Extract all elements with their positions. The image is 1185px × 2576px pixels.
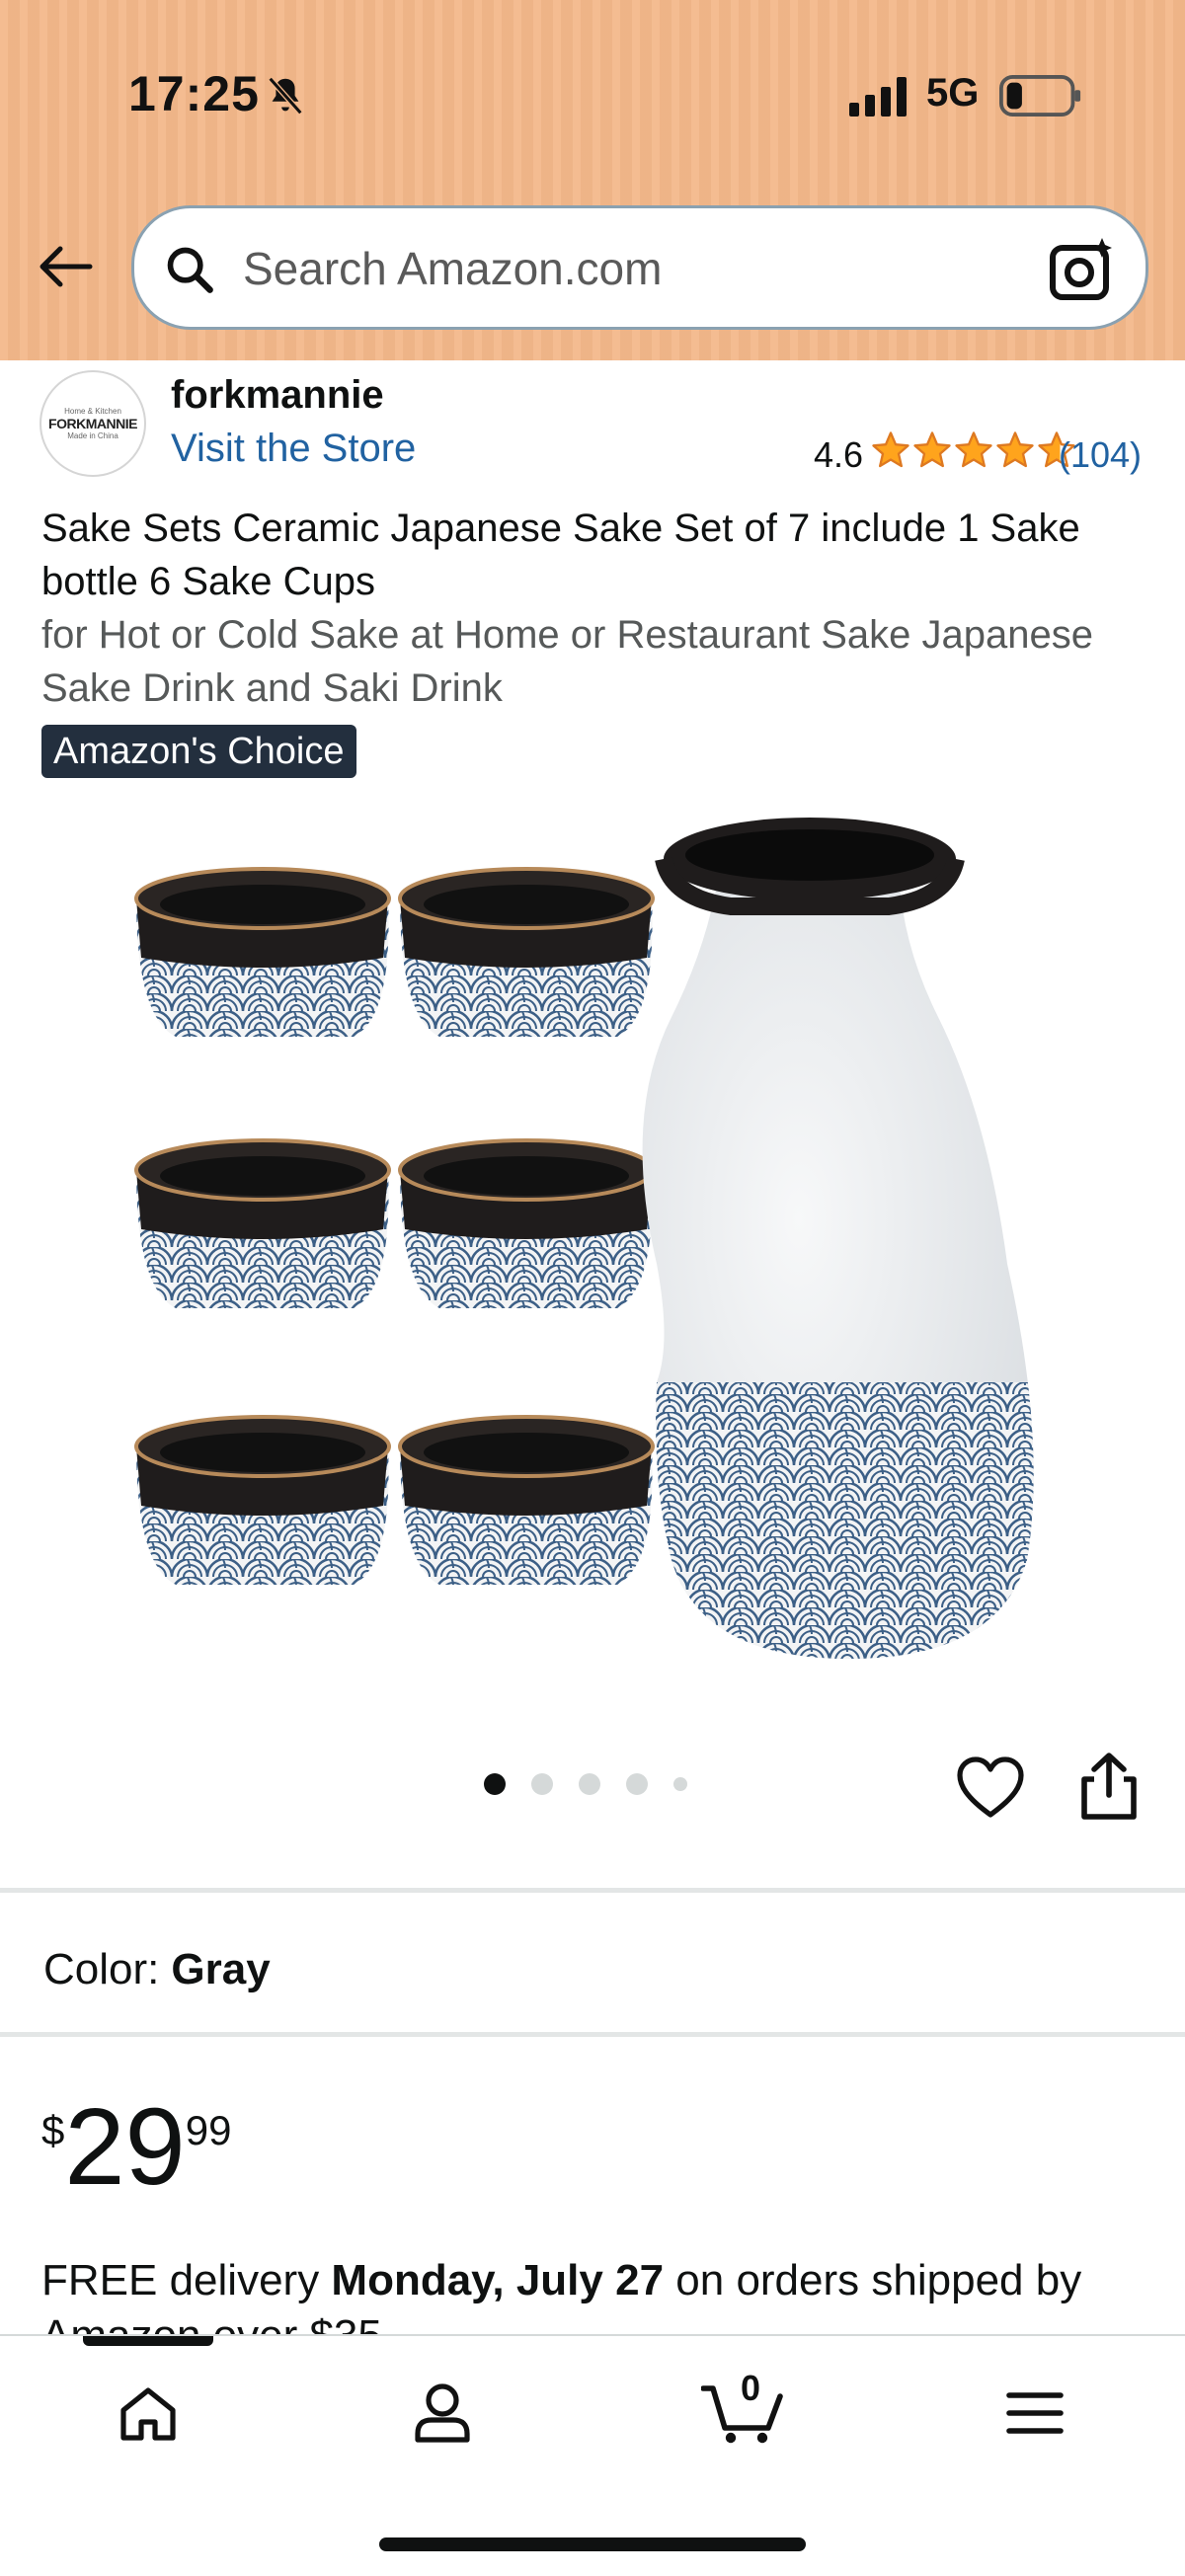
logo-bottom-text: Made in China (67, 431, 118, 440)
logo-main-text: FORKMANNIE (48, 416, 137, 431)
rating-stars[interactable] (871, 430, 1076, 470)
product-subtitle: for Hot or Cold Sake at Home or Restaura… (41, 613, 1093, 710)
star-icon (872, 431, 909, 468)
color-selector[interactable]: Color: Gray (43, 1945, 271, 1994)
nav-active-indicator (83, 2336, 213, 2346)
carousel-dot[interactable] (626, 1773, 648, 1795)
heart-icon[interactable] (956, 1756, 1025, 1821)
battery-icon (999, 75, 1081, 117)
color-value: Gray (171, 1945, 271, 1993)
store-logo[interactable]: Home & Kitchen FORKMANNIE Made in China (40, 370, 146, 477)
delivery-date: Monday, July 27 (331, 2256, 665, 2304)
search-icon (167, 247, 213, 293)
carousel-dot[interactable] (579, 1773, 600, 1795)
share-icon[interactable] (1078, 1752, 1140, 1821)
carousel-dot[interactable] (531, 1773, 553, 1795)
nav-account[interactable] (403, 2374, 482, 2453)
back-button[interactable] (36, 237, 95, 296)
price-fraction: 99 (185, 2107, 232, 2153)
nav-menu[interactable] (995, 2374, 1074, 2453)
camera-lens-icon[interactable] (1049, 236, 1116, 301)
section-divider (0, 1888, 1185, 1893)
image-carousel-dots[interactable] (484, 1773, 687, 1795)
star-icon (913, 431, 951, 468)
cart-count: 0 (740, 2368, 761, 2408)
bell-muted-icon (268, 76, 303, 116)
network-label: 5G (926, 71, 980, 115)
signal-icon (849, 77, 907, 117)
search-bar[interactable] (131, 205, 1148, 330)
store-name: forkmannie (171, 373, 384, 417)
review-count-link[interactable]: (104) (1059, 434, 1142, 476)
price: $2999 (41, 2093, 231, 2202)
delivery-prefix: FREE delivery (41, 2256, 332, 2304)
carousel-dot[interactable] (484, 1773, 506, 1795)
star-icon (996, 431, 1034, 468)
menu-icon (1006, 2392, 1064, 2434)
home-indicator (379, 2537, 806, 2551)
price-whole: 29 (64, 2086, 186, 2208)
product-image[interactable] (118, 790, 1066, 1678)
product-title: Sake Sets Ceramic Japanese Sake Set of 7… (41, 507, 1080, 603)
nav-home[interactable] (109, 2374, 188, 2453)
color-label: Color: (43, 1945, 160, 1993)
visit-store-link[interactable]: Visit the Store (171, 427, 416, 471)
carousel-dot[interactable] (673, 1777, 687, 1791)
price-currency: $ (41, 2107, 65, 2153)
app-header: 17:25 5G (0, 0, 1185, 360)
rating-value: 4.6 (814, 434, 864, 475)
home-icon (120, 2387, 176, 2441)
logo-top-text: Home & Kitchen (64, 407, 121, 416)
search-input[interactable] (243, 238, 1013, 299)
status-time: 17:25 (128, 66, 260, 121)
section-divider (0, 2032, 1185, 2037)
back-arrow-icon (40, 246, 93, 287)
sake-bottle (642, 818, 1034, 1659)
amazons-choice-badge: Amazon's Choice (41, 725, 356, 778)
star-icon (955, 431, 992, 468)
person-icon (415, 2383, 470, 2443)
sake-cups (134, 867, 655, 1585)
